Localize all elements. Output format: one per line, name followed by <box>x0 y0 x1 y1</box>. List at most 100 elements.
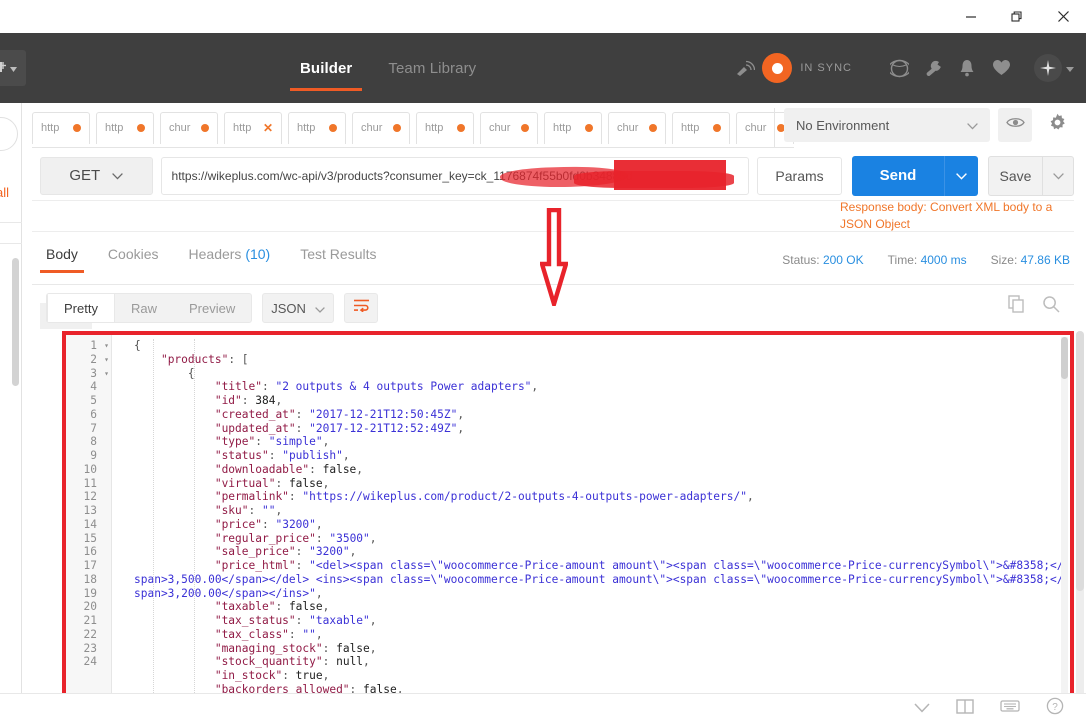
word-wrap-icon <box>353 299 370 317</box>
response-tab-cookies[interactable]: Cookies <box>108 246 159 273</box>
response-tab-headers[interactable]: Headers (10) <box>189 246 271 273</box>
response-scrollbar[interactable] <box>1076 331 1084 723</box>
request-tab[interactable]: http <box>416 111 474 144</box>
new-item-button[interactable] <box>0 50 26 86</box>
code-token: : <box>261 380 276 394</box>
code-line: "id": 384, <box>112 394 1070 408</box>
code-token: { <box>134 339 141 352</box>
heart-icon[interactable] <box>984 33 1018 103</box>
response-tab-test-results[interactable]: Test Results <box>300 246 376 273</box>
format-mode-segmented: Pretty Raw Preview <box>46 293 253 323</box>
request-url-input[interactable]: https://wikeplus.com/wc-api/v3/products?… <box>160 156 750 195</box>
request-tab-label: http <box>297 122 316 134</box>
code-token: "in_stock" <box>214 669 283 682</box>
params-button[interactable]: Params <box>757 156 842 195</box>
code-token: "permalink" <box>214 490 289 504</box>
request-tab[interactable]: http <box>32 111 90 144</box>
save-button[interactable]: Save <box>988 155 1042 196</box>
window-close-button[interactable] <box>1040 0 1086 33</box>
request-tab-label: chur <box>489 122 511 134</box>
code-scrollbar-thumb[interactable] <box>1061 337 1068 379</box>
code-line-number: 10 <box>83 462 97 476</box>
word-wrap-button[interactable] <box>344 293 379 323</box>
request-tab-label: chur <box>169 122 191 134</box>
request-tab[interactable]: chur <box>160 111 218 144</box>
format-mode-preview[interactable]: Preview <box>173 294 251 322</box>
code-token: , <box>275 504 283 517</box>
code-token: "managing_stock" <box>214 641 323 655</box>
send-options-button[interactable] <box>944 155 978 196</box>
search-icon[interactable] <box>1042 295 1060 318</box>
code-line: "in_stock": true, <box>112 669 1070 683</box>
code-line: { <box>112 367 1070 381</box>
code-token: "2017-12-21T12:50:45Z" <box>309 407 458 421</box>
code-line-number: 9 <box>90 449 97 462</box>
request-tab-label: http <box>553 122 572 134</box>
bell-icon[interactable] <box>950 33 984 103</box>
request-url-row: GET https://wikeplus.com/wc-api/v3/produ… <box>32 151 1074 201</box>
fold-toggle-icon[interactable]: ▾ <box>104 353 109 367</box>
code-token: null <box>336 655 364 669</box>
response-language-selector[interactable]: JSON <box>262 293 335 323</box>
code-token: : <box>322 641 337 655</box>
code-token: "taxable" <box>309 614 370 627</box>
json-code-area[interactable]: 1 ▾ 2 ▾ 3 ▾ 4 5 6 7 8 9 10 11 12 13 14 15 16 17 18 19 20 21 22 23… <box>66 335 1070 719</box>
annotation-arrow-icon <box>539 207 569 312</box>
add-menu[interactable] <box>1034 54 1074 82</box>
code-token: : <box>282 669 296 682</box>
help-icon[interactable]: ? <box>1046 697 1064 720</box>
fold-toggle-icon[interactable]: ▾ <box>104 367 109 381</box>
code-line-number: 16 <box>83 545 97 559</box>
request-tab[interactable]: http <box>288 111 346 144</box>
request-tab[interactable]: chur <box>352 111 410 144</box>
chevron-down-icon[interactable] <box>914 700 930 718</box>
response-tab-label: Cookies <box>107 246 159 262</box>
http-method-selector[interactable]: GET <box>40 156 153 195</box>
sidebar-scrollbar[interactable] <box>12 258 19 386</box>
tab-team-library[interactable]: Team Library <box>388 33 476 103</box>
close-icon[interactable]: ✕ <box>263 121 273 135</box>
globe-icon[interactable] <box>882 33 916 103</box>
send-label: Send <box>879 167 917 184</box>
fold-toggle-icon[interactable]: ▾ <box>104 339 109 353</box>
http-method-label: GET <box>69 167 101 184</box>
request-tab[interactable]: http <box>544 111 602 144</box>
sidebar-filter-all[interactable]: all <box>0 185 9 200</box>
environment-settings-button[interactable] <box>1040 108 1074 142</box>
code-token: "3500" <box>329 531 370 545</box>
tab-builder[interactable]: Builder <box>289 33 363 103</box>
copy-icon[interactable] <box>1008 295 1026 318</box>
code-line: "regular_price": "3500", <box>112 532 1070 546</box>
request-tab[interactable]: http <box>672 111 730 144</box>
code-line: "status": "publish", <box>112 449 1070 463</box>
keyboard-icon[interactable] <box>1000 699 1020 718</box>
response-scrollbar-thumb[interactable] <box>1076 331 1084 591</box>
postman-logo-icon[interactable] <box>762 53 793 83</box>
code-token: : <box>295 614 310 627</box>
code-scrollbar-track <box>1061 337 1068 717</box>
response-tab-body[interactable]: Body <box>40 246 84 273</box>
environment-quick-look-button[interactable] <box>998 108 1032 142</box>
layout-panel-icon[interactable] <box>956 698 974 719</box>
code-token: , <box>322 435 330 449</box>
window-minimize-button[interactable] <box>948 0 994 33</box>
send-button[interactable]: Send <box>852 155 944 196</box>
header-nav-tabs: Builder Team Library <box>289 33 476 103</box>
request-tab[interactable]: chur <box>608 111 666 144</box>
window-restore-button[interactable] <box>994 0 1040 33</box>
satellite-dish-icon[interactable] <box>728 33 762 103</box>
save-options-button[interactable] <box>1042 155 1074 196</box>
code-line-number: 24 <box>83 655 97 669</box>
request-tab[interactable]: http ✕ <box>224 111 282 144</box>
response-tab-count: (10) <box>241 246 271 262</box>
code-content[interactable]: { "products": [ { "title": "2 outputs & … <box>112 335 1070 719</box>
environment-selector[interactable]: No Environment <box>784 108 990 142</box>
format-mode-raw[interactable]: Raw <box>115 294 173 322</box>
wrench-icon[interactable] <box>916 33 950 103</box>
code-line: "updated_at": "2017-12-21T12:52:49Z", <box>112 422 1070 436</box>
request-tab[interactable]: chur <box>480 111 538 144</box>
code-line: "sku": "", <box>112 504 1070 518</box>
format-mode-pretty[interactable]: Pretty <box>47 294 115 322</box>
app-header: Builder Team Library IN SYNC <box>0 33 1086 103</box>
request-tab[interactable]: http <box>96 111 154 144</box>
